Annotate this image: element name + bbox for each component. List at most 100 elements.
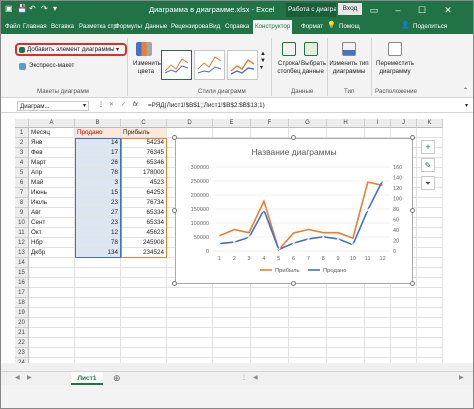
gallery-scroll[interactable]: ▲ ▼ ▾ (260, 50, 268, 80)
chart-style-thumb[interactable] (161, 50, 192, 80)
cell[interactable] (167, 328, 213, 338)
cell[interactable] (417, 228, 443, 238)
sheet-tab[interactable]: Лист1 (71, 372, 103, 385)
save-icon[interactable]: 💾 (17, 4, 27, 13)
cell[interactable] (121, 258, 167, 268)
cell[interactable] (121, 318, 167, 328)
cell[interactable] (121, 338, 167, 348)
row-header[interactable]: 11 (15, 228, 29, 238)
cell[interactable] (391, 308, 417, 318)
scroll-right-icon[interactable]: ▶ (27, 374, 32, 381)
tab-review[interactable]: Рецензирова (171, 20, 208, 34)
row-header[interactable]: 7 (15, 188, 29, 198)
cell[interactable]: Июнь (29, 188, 75, 198)
cell[interactable] (391, 288, 417, 298)
add-sheet-icon[interactable]: ⊕ (113, 373, 121, 384)
cell[interactable]: Сент (29, 218, 75, 228)
tab-view[interactable]: Вид (209, 20, 220, 34)
cell[interactable] (213, 338, 251, 348)
cell[interactable]: Продано (75, 128, 121, 138)
cell[interactable] (365, 318, 391, 328)
cell[interactable] (251, 348, 289, 358)
cell[interactable] (167, 288, 213, 298)
minimize-icon[interactable]: – (391, 3, 405, 17)
column-header[interactable]: J (391, 119, 417, 128)
row-header[interactable]: 2 (15, 138, 29, 148)
cell[interactable] (29, 258, 75, 268)
cell[interactable] (417, 328, 443, 338)
cell[interactable]: 65334 (121, 208, 167, 218)
cell[interactable] (417, 348, 443, 358)
cancel-icon[interactable]: ✕ (109, 101, 114, 108)
row-header[interactable]: 4 (15, 158, 29, 168)
cell[interactable] (289, 338, 327, 348)
cell[interactable]: 4523 (121, 178, 167, 188)
row-header[interactable]: 23 (15, 348, 29, 358)
resize-handle[interactable] (410, 135, 415, 140)
scroll-left-icon[interactable]: ◀ (15, 374, 20, 381)
cell[interactable] (213, 348, 251, 358)
cell[interactable]: Апр (29, 168, 75, 178)
column-header[interactable]: H (327, 119, 365, 128)
change-chart-type-button[interactable]: Изменить тип диаграммы (329, 60, 369, 76)
cell[interactable]: 65346 (121, 158, 167, 168)
cell[interactable] (417, 308, 443, 318)
row-header[interactable]: 19 (15, 308, 29, 318)
cell[interactable] (251, 298, 289, 308)
row-header[interactable]: 3 (15, 148, 29, 158)
share-icon[interactable]: 👤 (401, 21, 410, 29)
cell[interactable]: 178000 (121, 168, 167, 178)
cell[interactable] (417, 218, 443, 228)
resize-handle[interactable] (172, 208, 177, 213)
column-header[interactable]: A (29, 119, 75, 128)
cell[interactable]: 27 (75, 208, 121, 218)
cell[interactable] (75, 288, 121, 298)
resize-handle[interactable] (410, 281, 415, 286)
column-header[interactable]: F (251, 119, 289, 128)
chart-elements-plus-icon[interactable]: + (421, 140, 435, 154)
cell[interactable] (417, 238, 443, 248)
cell[interactable] (251, 288, 289, 298)
cell[interactable]: Янв (29, 138, 75, 148)
cell[interactable] (391, 318, 417, 328)
cell[interactable]: Дкбр (29, 248, 75, 258)
chart-filters-icon[interactable]: ⏷ (421, 176, 435, 190)
cell[interactable] (29, 338, 75, 348)
cell[interactable] (75, 308, 121, 318)
cell[interactable] (417, 268, 443, 278)
cell[interactable]: 76345 (121, 148, 167, 158)
column-header[interactable]: E (213, 119, 251, 128)
login-button[interactable]: Вход (338, 3, 362, 15)
formula-input[interactable]: =РЯД(Лист1!$B$1;;Лист1!$B$2:$B$13;1) (148, 102, 265, 109)
row-header[interactable]: 15 (15, 268, 29, 278)
cell[interactable] (417, 318, 443, 328)
row-header[interactable]: 1 (15, 128, 29, 138)
cell[interactable] (121, 308, 167, 318)
row-header[interactable]: 18 (15, 298, 29, 308)
collapse-ribbon-icon[interactable]: ⌃ (463, 87, 468, 94)
column-header[interactable]: D (167, 119, 213, 128)
column-header[interactable]: K (417, 119, 443, 128)
cell[interactable] (327, 298, 365, 308)
cell[interactable] (29, 328, 75, 338)
scroll-left-icon[interactable]: ◀ (253, 374, 258, 381)
chart-styles-brush-icon[interactable]: ✎ (421, 158, 435, 172)
select-data-button[interactable]: Выбрать данные (301, 60, 326, 76)
tab-data[interactable]: Данные (145, 20, 167, 34)
move-chart-button[interactable]: Переместить диаграмму (373, 60, 417, 76)
cell[interactable]: Май (29, 178, 75, 188)
cell[interactable] (213, 328, 251, 338)
cell[interactable] (121, 278, 167, 288)
cell[interactable] (121, 288, 167, 298)
cell[interactable]: Март (29, 158, 75, 168)
cell[interactable]: 23 (75, 218, 121, 228)
cell[interactable] (289, 318, 327, 328)
change-colors-button[interactable]: Изменить цвета (133, 60, 161, 76)
redo-icon[interactable]: ↷ (41, 4, 48, 13)
expand-formula-icon[interactable]: ▾ (465, 102, 468, 109)
resize-handle[interactable] (172, 281, 177, 286)
cell[interactable] (213, 298, 251, 308)
cell[interactable]: 12 (75, 228, 121, 238)
cell[interactable]: 17 (75, 148, 121, 158)
cell[interactable] (75, 318, 121, 328)
